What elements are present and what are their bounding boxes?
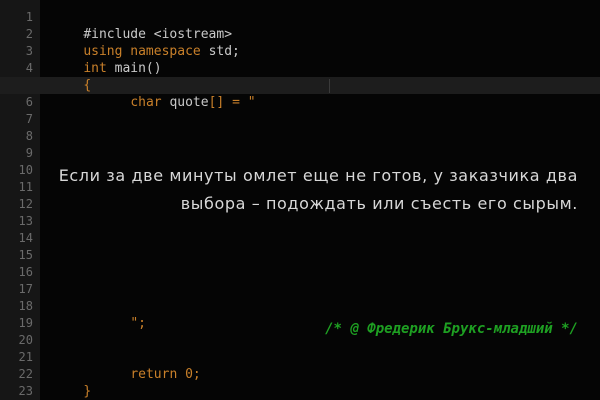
text-cursor	[329, 79, 330, 93]
code-line-2[interactable]: using namespace std;	[52, 26, 240, 59]
line-number: 9	[25, 146, 33, 160]
line-number: 13	[18, 214, 33, 228]
return-value: 0;	[185, 367, 201, 382]
code-editor[interactable]: 1234567891011121314151617181920212223 #i…	[0, 0, 600, 400]
code-line-21[interactable]: return 0;	[99, 349, 200, 382]
quote-text: Если за две минуты омлет еще не готов, у…	[58, 166, 578, 213]
code-line-5[interactable]: char quote[] = "	[99, 77, 255, 110]
line-number: 23	[18, 384, 33, 398]
code-line-4[interactable]: {	[52, 60, 91, 93]
line-number: 20	[18, 333, 33, 347]
code-line-3[interactable]: int main()	[52, 43, 161, 76]
line-number: 4	[25, 61, 33, 75]
line-number: 1	[25, 10, 33, 24]
char-keyword: char	[130, 95, 162, 110]
line-number: 15	[18, 248, 33, 262]
line-number: 22	[18, 367, 33, 381]
function-name: main()	[114, 61, 162, 76]
quote-author-comment: /* @ Фредерик Брукс-младший */	[325, 321, 578, 337]
line-number: 11	[18, 180, 33, 194]
close-brace: }	[83, 384, 92, 399]
line-number: 17	[18, 282, 33, 296]
open-brace: {	[83, 78, 92, 93]
line-number: 14	[18, 231, 33, 245]
return-keyword: return	[130, 367, 178, 382]
line-number: 16	[18, 265, 33, 279]
line-number: 18	[18, 299, 33, 313]
line-number: 6	[25, 95, 33, 109]
line-number: 12	[18, 197, 33, 211]
code-line-1[interactable]: #include <iostream>	[52, 9, 232, 42]
array-brackets: []	[208, 95, 225, 110]
assign-operator: = "	[232, 95, 256, 110]
line-number: 2	[25, 27, 33, 41]
line-number-gutter: 1234567891011121314151617181920212223	[0, 0, 40, 400]
line-number: 3	[25, 44, 33, 58]
line-number: 10	[18, 163, 33, 177]
line-number: 21	[18, 350, 33, 364]
line-number: 19	[18, 316, 33, 330]
namespace-name: std;	[208, 44, 240, 59]
code-line-18[interactable]: ";	[99, 298, 146, 331]
line-number: 7	[25, 112, 33, 126]
variable-name: quote	[169, 95, 209, 110]
line-number: 8	[25, 129, 33, 143]
code-line-22[interactable]: }	[52, 366, 91, 399]
